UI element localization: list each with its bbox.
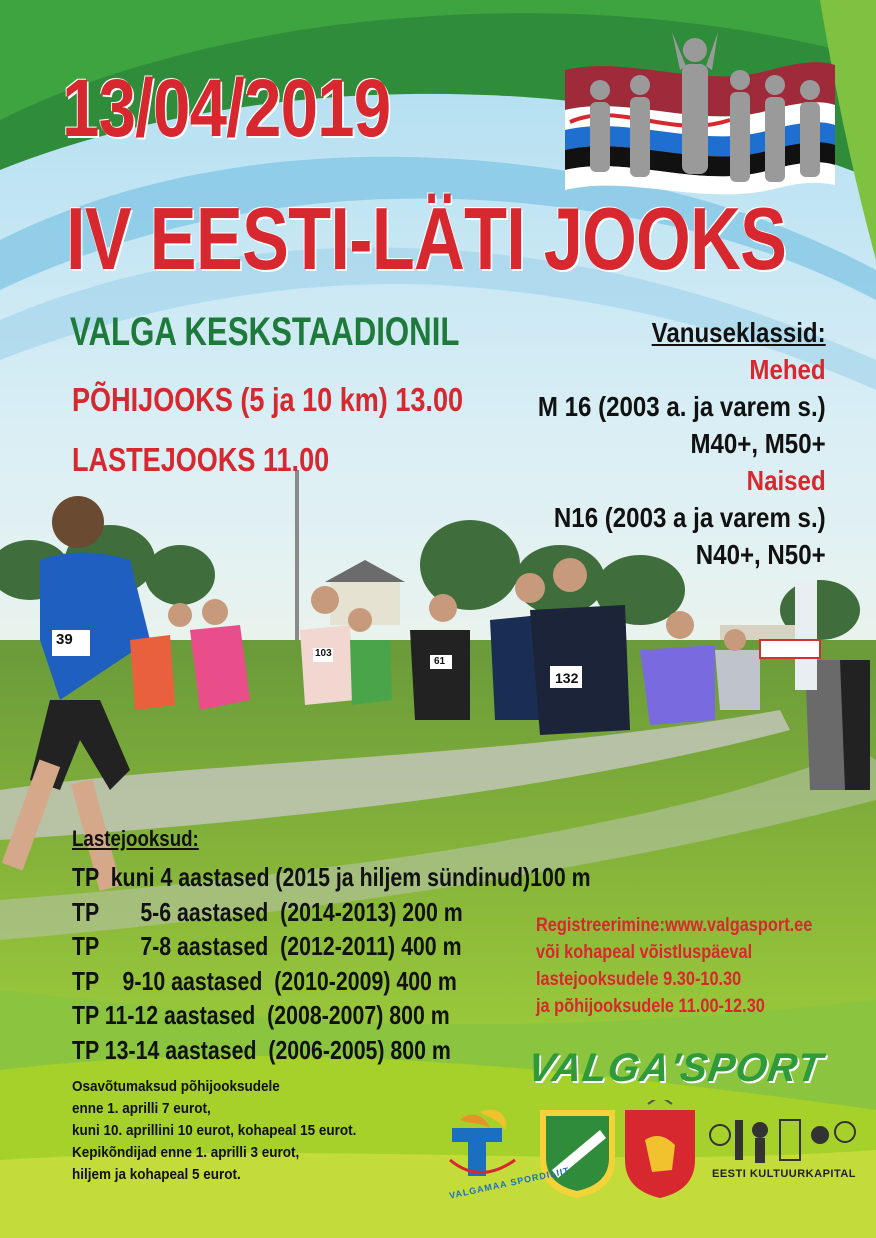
valga-county-shield-icon: [540, 1110, 615, 1198]
venue: VALGA KESKSTAADIONIL: [70, 310, 460, 354]
age-classes: Vanuseklassid: Mehed M 16 (2003 a. ja va…: [491, 314, 826, 573]
fee-line: enne 1. aprilli 7 eurot,: [72, 1100, 211, 1117]
registration-line: lastejooksudele 9.30-10.30: [536, 969, 742, 990]
fees-info: Osavõtumaksud põhijooksudele enne 1. apr…: [72, 1076, 388, 1186]
event-title: IV EESTI-LÄTI JOOKS: [66, 189, 787, 288]
fee-line: Kepikõndijad enne 1. aprilli 3 eurot,: [72, 1144, 300, 1161]
flag-logo: [565, 32, 835, 195]
registration-line[interactable]: Registreerimine:www.valgasport.ee: [536, 912, 812, 939]
registration-line: ja põhijooksudele 11.00-12.30: [536, 996, 765, 1017]
main-race-time: PÕHIJOOKS (5 ja 10 km) 13.00: [72, 381, 464, 418]
kultuurkapital-logo: [709, 1119, 856, 1163]
fee-line: hiljem ja kohapeal 5 eurot.: [72, 1166, 241, 1183]
kids-run-row: TP 5-6 aastased (2014-2013) 200 m: [72, 896, 463, 927]
women-class-1: N16 (2003 a ja varem s.): [554, 502, 826, 533]
registration-line: või kohapeal võistluspäeval: [536, 942, 753, 963]
kids-run-row: TP 9-10 aastased (2010-2009) 400 m: [72, 965, 457, 996]
men-class-1: M 16 (2003 a. ja varem s.): [538, 391, 826, 422]
kids-runs-header: Lastejooksud:: [72, 826, 199, 851]
registration-info: Registreerimine:www.valgasport.ee või ko…: [536, 912, 857, 1020]
valgamaa-spordiliit-logo: [449, 1109, 516, 1176]
event-date: 13/04/2019: [62, 63, 391, 154]
kids-run-row: TP 11-12 aastased (2008-2007) 800 m: [72, 1000, 450, 1030]
women-label: Naised: [747, 465, 826, 496]
bib-number: 132: [555, 670, 579, 686]
poster: 39 103 61 132 13/04/2019 IV EESTI-LÄTI J…: [0, 0, 876, 1238]
bib-number: 39: [56, 631, 73, 648]
bib-number: 61: [434, 656, 446, 667]
men-class-2: M40+, M50+: [690, 428, 826, 459]
fee-line: Osavõtumaksud põhijooksudele: [72, 1078, 280, 1095]
fee-line: kuni 10. aprillini 10 eurot, kohapeal 15…: [72, 1122, 357, 1139]
age-classes-header: Vanuseklassid:: [651, 317, 826, 348]
kids-race-time: LASTEJOOKS 11.00: [72, 441, 330, 478]
valgasport-logo-text: VALGA'SPORT: [524, 1046, 826, 1090]
valgasport-logo: VALGA'SPORT: [525, 1046, 826, 1091]
valga-town-shield-icon: [625, 1100, 695, 1198]
bib-number: 103: [315, 648, 332, 659]
kids-run-row: TP kuni 4 aastased (2015 ja hiljem sündi…: [72, 862, 591, 892]
women-class-2: N40+, N50+: [696, 539, 826, 570]
kids-run-row: TP 7-8 aastased (2012-2011) 400 m: [72, 931, 462, 961]
kultuurkapital-label: EESTI KULTUURKAPITAL: [712, 1168, 857, 1180]
men-label: Mehed: [749, 354, 826, 385]
kids-run-row: TP 13-14 aastased (2006-2005) 800 m: [72, 1034, 451, 1065]
